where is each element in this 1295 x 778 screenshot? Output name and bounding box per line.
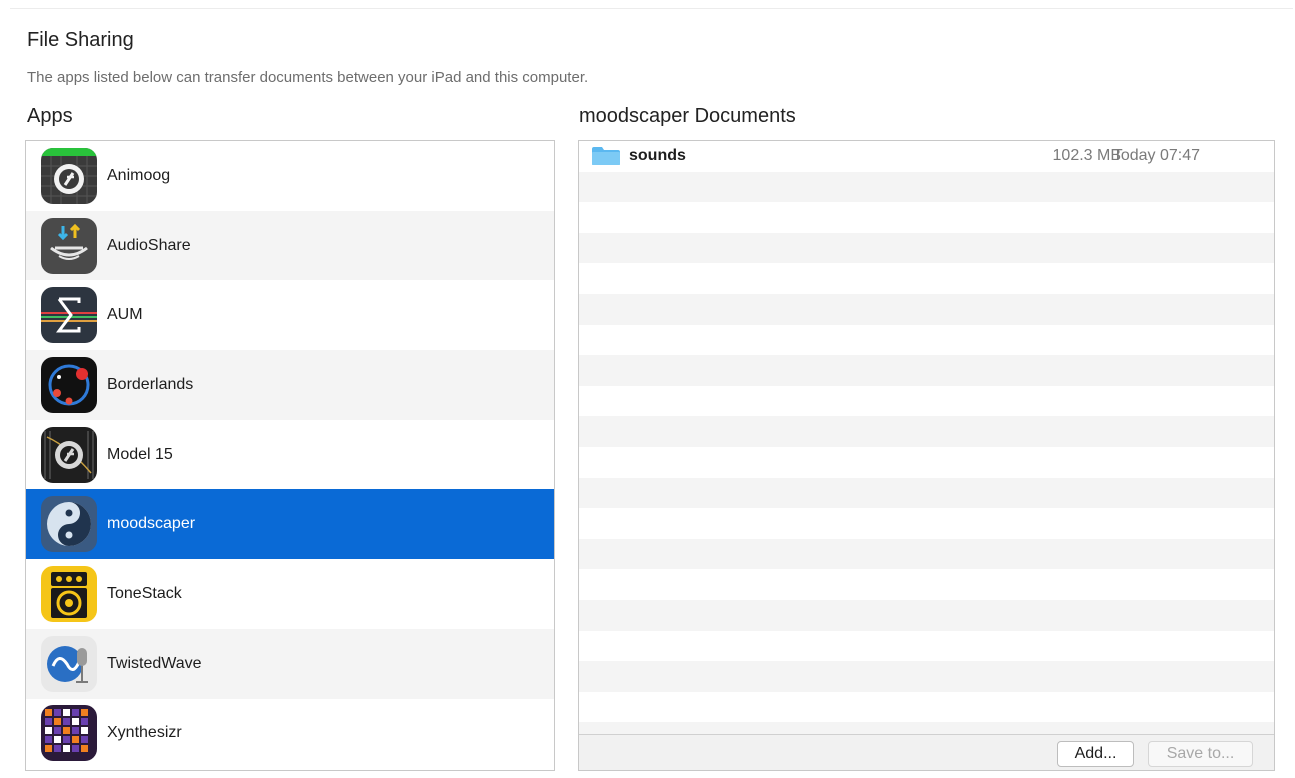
document-name: sounds — [629, 147, 686, 165]
app-item-borderlands[interactable]: Borderlands — [26, 350, 554, 420]
list-stripe — [579, 202, 1274, 233]
app-item-label: TwistedWave — [107, 654, 202, 672]
folder-icon — [592, 147, 620, 166]
section-title: File Sharing — [27, 29, 134, 51]
file-sharing-panel: File Sharing The apps listed below can t… — [10, 8, 1293, 776]
list-stripe — [579, 661, 1274, 692]
audioshare-icon — [41, 217, 97, 274]
app-item-label: AUM — [107, 306, 143, 324]
list-stripe — [579, 232, 1274, 264]
app-item-xynthesizr[interactable]: Xynthesizr — [26, 699, 554, 769]
list-stripe — [579, 692, 1274, 723]
app-item-animoog[interactable]: Animoog — [26, 141, 554, 211]
list-stripe — [579, 599, 1274, 631]
list-stripe — [579, 355, 1274, 386]
app-item-moodscaper[interactable]: moodscaper — [26, 489, 554, 560]
list-stripe — [579, 631, 1274, 662]
app-item-label: moodscaper — [107, 515, 196, 533]
documents-footer: Add... Save to... — [579, 734, 1274, 770]
app-item-audioshare[interactable]: AudioShare — [26, 210, 554, 281]
list-stripe — [579, 538, 1274, 570]
app-item-label: Animoog — [107, 166, 171, 184]
list-stripe — [579, 508, 1274, 539]
documents-rows: sounds 102.3 MB Today 07:47 — [579, 141, 1274, 753]
app-item-model-15[interactable]: Model 15 — [26, 420, 554, 490]
list-stripe — [579, 293, 1274, 325]
twistedwave-icon — [41, 635, 97, 692]
app-item-label: AudioShare — [107, 236, 191, 254]
model15-icon — [41, 426, 97, 483]
documents-heading: moodscaper Documents — [579, 105, 796, 127]
documents-list[interactable]: sounds 102.3 MB Today 07:47 Add... Save … — [578, 140, 1275, 771]
add-button[interactable]: Add... — [1057, 741, 1134, 767]
list-stripe — [579, 386, 1274, 417]
app-item-tonestack[interactable]: ToneStack — [26, 559, 554, 629]
list-stripe — [579, 171, 1274, 203]
app-item-label: ToneStack — [107, 584, 182, 602]
xynthesizr-icon — [41, 705, 97, 762]
animoog-icon — [41, 147, 97, 204]
list-stripe — [579, 325, 1274, 356]
tonestack-icon — [41, 565, 97, 622]
list-stripe — [579, 477, 1274, 509]
apps-list[interactable]: Animoog AudioShare AUM Borderlands Model… — [25, 140, 555, 771]
app-item-twistedwave[interactable]: TwistedWave — [26, 628, 554, 699]
app-item-label: Model 15 — [107, 445, 173, 463]
app-item-label: Xynthesizr — [107, 724, 182, 742]
document-size: 102.3 MB — [1052, 147, 1121, 165]
list-stripe — [579, 447, 1274, 478]
section-subtitle: The apps listed below can transfer docum… — [27, 69, 589, 86]
document-row-sounds[interactable]: sounds 102.3 MB Today 07:47 — [579, 141, 1274, 172]
list-stripe — [579, 263, 1274, 294]
borderlands-icon — [41, 356, 97, 413]
save-to-button[interactable]: Save to... — [1148, 741, 1253, 767]
app-item-aum[interactable]: AUM — [26, 280, 554, 350]
app-item-label: Borderlands — [107, 375, 194, 393]
list-stripe — [579, 416, 1274, 447]
aum-icon — [41, 287, 97, 344]
apps-heading: Apps — [27, 105, 73, 127]
moodscaper-icon — [41, 496, 97, 553]
list-stripe — [579, 569, 1274, 600]
document-date: Today 07:47 — [1112, 147, 1200, 165]
